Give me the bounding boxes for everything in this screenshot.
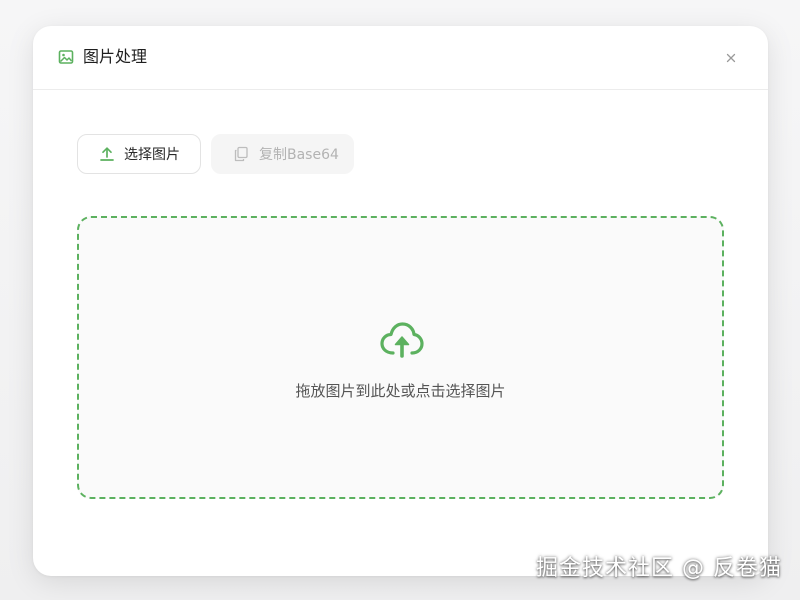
select-image-button[interactable]: 选择图片 xyxy=(77,134,201,174)
select-image-label: 选择图片 xyxy=(124,147,180,163)
watermark: 掘金技术社区 @ 反卷猫 xyxy=(536,556,782,581)
dialog-title: 图片处理 xyxy=(83,47,148,66)
copy-icon xyxy=(233,146,249,162)
copy-base64-label: 复制Base64 xyxy=(259,147,339,163)
screen: 图片处理 选择图片 复制Base64 拖放图片到此处或点击选择图片 掘金技术社区… xyxy=(0,0,800,600)
close-icon xyxy=(726,48,736,67)
image-dropzone[interactable]: 拖放图片到此处或点击选择图片 xyxy=(77,216,724,499)
close-button[interactable] xyxy=(722,48,740,66)
image-icon xyxy=(58,49,74,65)
image-processing-dialog: 图片处理 选择图片 复制Base64 拖放图片到此处或点击选择图片 xyxy=(33,26,768,576)
cloud-upload-icon xyxy=(379,320,425,360)
dialog-header: 图片处理 xyxy=(33,26,768,90)
copy-base64-button[interactable]: 复制Base64 xyxy=(211,134,354,174)
dropzone-hint: 拖放图片到此处或点击选择图片 xyxy=(295,382,506,400)
upload-icon xyxy=(99,146,115,162)
